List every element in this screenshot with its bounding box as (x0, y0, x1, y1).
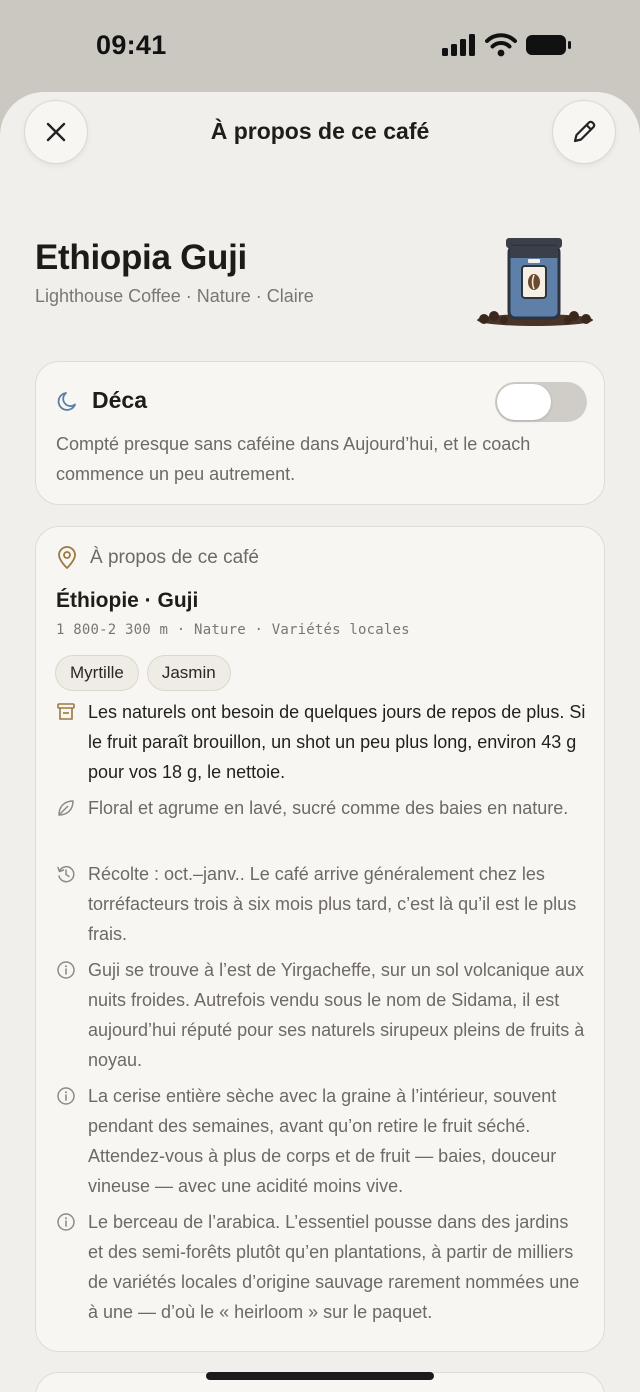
brew-icon (57, 703, 75, 720)
brew-tip-row: Les naturels ont besoin de quelques jour… (56, 697, 588, 787)
status-bar: 09:41 (0, 0, 640, 92)
variety-info-row: Le berceau de l’arabica. L’essentiel pou… (56, 1207, 588, 1327)
edit-button[interactable] (552, 100, 616, 164)
wifi-icon (485, 33, 517, 57)
info-icon (57, 1087, 75, 1105)
flavor-note-row: Floral et agrume en lavé, sucré comme de… (56, 793, 588, 823)
decaf-card: Déca Compté presque sans caféine dans Au… (35, 361, 605, 505)
pencil-icon (573, 120, 596, 143)
info-icon (57, 961, 75, 979)
origin-details: 1 800-2 300 m · Nature · Variétés locale… (56, 622, 410, 638)
variety-info-text: Le berceau de l’arabica. L’essentiel pou… (88, 1212, 580, 1322)
toggle-knob (497, 384, 551, 420)
flavor-tags: Myrtille Jasmin (55, 655, 231, 691)
status-icons (442, 33, 572, 57)
info-icon (57, 1213, 75, 1231)
status-time: 09:41 (96, 30, 167, 60)
sheet-title: À propos de ce café (210, 118, 430, 144)
flavor-note-text: Floral et agrume en lavé, sucré comme de… (88, 798, 569, 818)
region-info-text: Guji se trouve à l’est de Yirgacheffe, s… (88, 960, 585, 1070)
process-info-row: La cerise entière sèche avec la graine à… (56, 1081, 588, 1201)
coffee-meta: Lighthouse Coffee · Nature · Claire (35, 286, 314, 306)
home-indicator[interactable] (206, 1372, 434, 1380)
flavor-tag: Jasmin (146, 655, 231, 691)
harvest-row: Récolte : oct.–janv.. Le café arrive gén… (56, 859, 588, 949)
region-info-row: Guji se trouve à l’est de Yirgacheffe, s… (56, 955, 588, 1075)
decaf-toggle[interactable] (495, 382, 587, 422)
flavor-tag: Myrtille (55, 655, 139, 691)
decaf-header: Déca (56, 387, 147, 414)
brew-tip-text: Les naturels ont besoin de quelques jour… (88, 702, 586, 782)
about-coffee-card: À propos de ce café Éthiopie · Guji 1 80… (35, 526, 605, 1352)
decaf-title: Déca (92, 387, 147, 413)
about-header: À propos de ce café (56, 546, 259, 570)
coffee-name: Ethiopia Guji (35, 238, 247, 277)
decaf-description: Compté presque sans caféine dans Aujourd… (56, 434, 531, 484)
signal-icon (442, 34, 475, 56)
battery-icon (526, 35, 571, 55)
origin-title: Éthiopie · Guji (56, 589, 199, 612)
harvest-text: Récolte : oct.–janv.. Le café arrive gén… (88, 864, 577, 944)
process-info-text: La cerise entière sèche avec la graine à… (88, 1086, 557, 1196)
history-icon (57, 865, 75, 883)
location-pin-icon (58, 546, 76, 569)
about-heading: À propos de ce café (90, 547, 259, 568)
leaf-icon (58, 800, 74, 816)
about-coffee-sheet: À propos de ce café Ethiopia Guji Lighth… (0, 92, 640, 1392)
coffee-bag-illustration (477, 238, 593, 326)
moon-icon (57, 391, 76, 411)
